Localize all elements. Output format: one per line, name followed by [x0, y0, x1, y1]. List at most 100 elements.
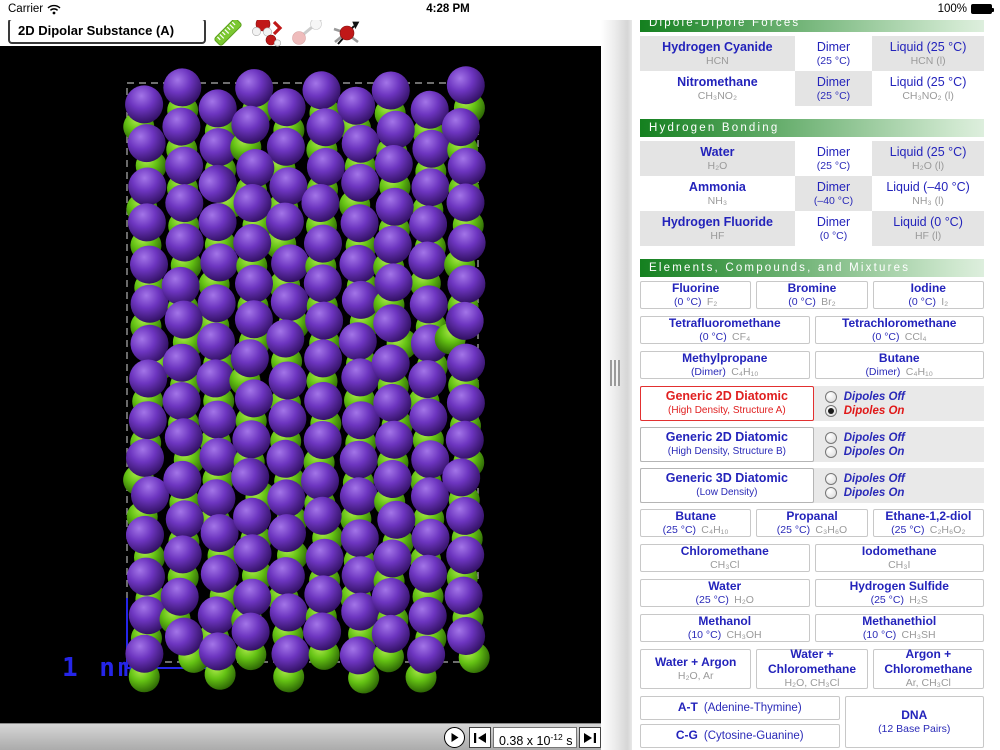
- substance-name: Generic 2D Diatomic: [665, 389, 788, 404]
- elapsed-time-display[interactable]: 0.38 x 10-12 s: [493, 727, 577, 748]
- substance-cell-button[interactable]: Ammonia NH₃: [640, 176, 795, 211]
- dipole-radio-option[interactable]: Dipoles Off: [824, 390, 984, 403]
- substance-button[interactable]: Tetrafluoromethane (0 °C) CF₄: [640, 316, 810, 344]
- formula-label: H₂O (l): [912, 160, 945, 173]
- substance-button[interactable]: Water + Chloromethane H₂O, CH₃Cl: [756, 647, 868, 690]
- substance-button[interactable]: Argon + Chloromethane Ar, CH₃Cl: [872, 647, 984, 689]
- substance-name: Argon + Chloromethane: [884, 647, 973, 677]
- substance-button[interactable]: Ethane-1,2-diol (25 °C) C₂H₆O₂: [872, 509, 984, 537]
- substance-detail: (High Density, Structure B): [668, 446, 786, 459]
- formula-label: C₄H₁₀: [701, 523, 729, 536]
- substance-name: Dimer: [816, 74, 851, 89]
- substance-cell-button[interactable]: Dimer (25 °C): [794, 71, 873, 106]
- substance-cell-button[interactable]: Liquid (25 °C) CH₃NO₂ (l): [872, 71, 984, 106]
- radio-button-icon[interactable]: [824, 431, 837, 444]
- generic-substance-row: Generic 3D Diatomic (Low Density) Dipoles …: [640, 468, 984, 503]
- dipole-radio-option[interactable]: Dipoles Off: [824, 472, 984, 485]
- generic-substance-button[interactable]: Generic 2D Diatomic (High Density, Struct…: [640, 386, 814, 421]
- simulation-canvas[interactable]: 1 nm: [0, 46, 601, 723]
- dna-button[interactable]: DNA (12 Base Pairs): [844, 696, 984, 748]
- formula-label: CH₃I: [888, 558, 911, 571]
- substance-button[interactable]: Bromine (0 °C) Br₂: [756, 280, 868, 309]
- substance-button[interactable]: Iodine (0 °C) I₂: [872, 281, 984, 309]
- base-pair-column: A-T (Adenine-Thymine) C-G (Cytosine-Guanine…: [640, 696, 840, 748]
- substance-detail: (0 °C): [820, 230, 848, 243]
- generic-substance-button[interactable]: Generic 2D Diatomic (High Density, Struct…: [640, 427, 814, 462]
- substance-detail: (Low Density): [696, 487, 757, 500]
- dipole-radio-option[interactable]: Dipoles On: [824, 486, 984, 499]
- radio-button-icon[interactable]: [824, 445, 837, 458]
- substance-detail: H₂O, CH₃Cl: [784, 677, 839, 690]
- substance-cell-button[interactable]: Liquid (–40 °C) NH₃ (l): [872, 176, 984, 211]
- substance-name: Generic 2D Diatomic: [665, 430, 788, 445]
- table-row: Hydrogen Fluoride HF Dimer (0 °C) Liquid (0 …: [640, 211, 984, 246]
- condition-label: (25 °C): [662, 523, 697, 536]
- atom-positive-pole: [163, 68, 202, 107]
- dipole-radio-option[interactable]: Dipoles On: [824, 404, 984, 417]
- base-pair-button[interactable]: A-T (Adenine-Thymine): [640, 696, 840, 720]
- substance-button[interactable]: Methylpropane (Dimer) C₄H₁₀: [640, 351, 810, 379]
- substance-name: Ammonia: [688, 179, 746, 194]
- table-row: Ammonia NH₃ Dimer (–40 °C) Liquid (–40 °C) NH…: [640, 176, 984, 211]
- substance-cell-button[interactable]: Hydrogen Cyanide HCN: [640, 36, 795, 71]
- radio-label: Dipoles On: [843, 445, 905, 458]
- panel-divider[interactable]: [601, 20, 632, 750]
- substance-cell-button[interactable]: Liquid (25 °C) H₂O (l): [872, 141, 984, 176]
- substance-button[interactable]: Iodomethane CH₃I: [814, 544, 984, 572]
- table-row: Water H₂O Dimer (25 °C) Liquid (25 °C) H₂O (l…: [640, 141, 984, 176]
- substance-cell-button[interactable]: Dimer (0 °C): [795, 211, 872, 246]
- substance-cell-button[interactable]: Dimer (25 °C): [795, 36, 872, 71]
- diatomic-molecule: [231, 612, 270, 671]
- dipole-radio-option[interactable]: Dipoles Off: [824, 431, 984, 444]
- substance-cell-button[interactable]: Nitromethane CH₃NO₂: [640, 71, 795, 106]
- substance-selector[interactable]: 2D Dipolar Substance (A): [8, 18, 206, 44]
- step-back-button[interactable]: [469, 727, 491, 748]
- substance-detail: (Dimer) C₄H₁₀: [691, 366, 759, 379]
- formula-label: HF: [710, 230, 725, 243]
- substance-button[interactable]: Butane (Dimer) C₄H₁₀: [814, 351, 984, 379]
- substance-name: Butane: [675, 508, 716, 523]
- dipole-radio-option[interactable]: Dipoles On: [824, 445, 984, 458]
- substance-cell-button[interactable]: Liquid (0 °C) HF (l): [872, 211, 984, 246]
- substance-name: Liquid (25 °C): [889, 39, 967, 54]
- condition-label: (25 °C): [776, 523, 811, 536]
- substance-cell-button[interactable]: Water H₂O: [640, 141, 795, 176]
- substance-button[interactable]: Methanol (10 °C) CH₃OH: [640, 614, 810, 642]
- button-row: Fluorine (0 °C) F₂ Bromine (0 °C) Br₂ Iodine…: [640, 281, 984, 309]
- substance-name: Bromine: [787, 280, 837, 295]
- divider-grip-icon[interactable]: [610, 360, 620, 386]
- radio-button-icon[interactable]: [824, 472, 837, 485]
- playback-bar: 0.38 x 10-12 s: [0, 723, 602, 750]
- dipole-radio-group: Dipoles Off Dipoles On: [814, 468, 984, 503]
- generic-substance-button[interactable]: Generic 3D Diatomic (Low Density): [640, 468, 814, 503]
- dipole-radio-group: Dipoles Off Dipoles On: [814, 427, 984, 462]
- substance-button[interactable]: Tetrachloromethane (0 °C) CCl₄: [814, 316, 984, 344]
- substance-name: Water: [700, 144, 735, 159]
- button-row: Butane (25 °C) C₄H₁₀ Propanal (25 °C) C₃H₆O…: [640, 509, 984, 537]
- formula-label: F₂: [706, 295, 718, 308]
- substance-detail: HF: [710, 230, 724, 243]
- substance-button[interactable]: Chloromethane CH₃Cl: [640, 544, 810, 572]
- substance-detail: CH₃NO₂: [698, 90, 737, 103]
- substance-cell-button[interactable]: Dimer (25 °C): [795, 141, 872, 176]
- battery-icon: [971, 4, 994, 14]
- substance-button[interactable]: Propanal (25 °C) C₃H₆O: [756, 509, 868, 537]
- substance-button[interactable]: Water (25 °C) H₂O: [640, 579, 810, 607]
- radio-button-icon[interactable]: [824, 404, 837, 417]
- radio-button-icon[interactable]: [824, 390, 837, 403]
- condition-label: (0 °C): [788, 295, 816, 308]
- substance-button[interactable]: Water + Argon H₂O, Ar: [640, 649, 752, 689]
- substance-cell-button[interactable]: Dimer (–40 °C): [794, 176, 873, 211]
- substance-button[interactable]: Fluorine (0 °C) F₂: [640, 281, 752, 309]
- condition-label: (25 °C): [870, 593, 904, 606]
- substance-button[interactable]: Hydrogen Sulfide (25 °C) H₂S: [814, 579, 984, 607]
- base-pair-button[interactable]: C-G (Cytosine-Guanine): [640, 724, 840, 748]
- substance-cell-button[interactable]: Liquid (25 °C) HCN (l): [872, 36, 984, 71]
- radio-button-icon[interactable]: [824, 486, 837, 499]
- substance-cell-button[interactable]: Hydrogen Fluoride HF: [640, 211, 795, 246]
- substance-button[interactable]: Butane (25 °C) C₄H₁₀: [640, 508, 752, 537]
- play-button[interactable]: [444, 727, 465, 748]
- substance-button[interactable]: Methanethiol (10 °C) CH₃SH: [814, 614, 984, 642]
- step-forward-button[interactable]: [579, 727, 601, 748]
- substance-name: Methylpropane: [682, 350, 768, 365]
